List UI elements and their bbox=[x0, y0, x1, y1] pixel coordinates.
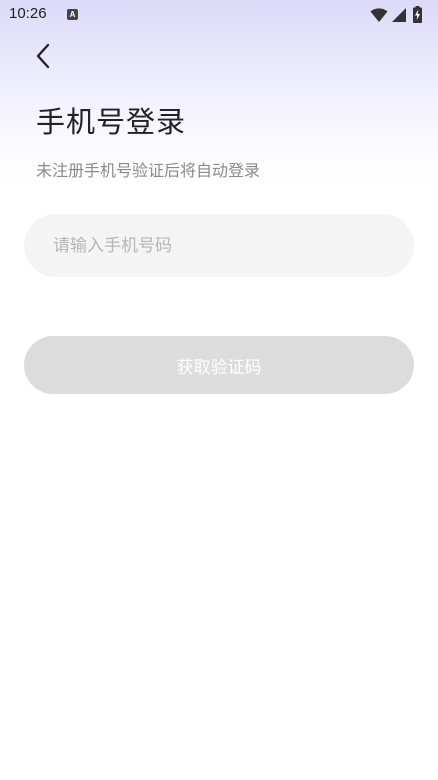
get-verification-code-button[interactable]: 获取验证码 bbox=[24, 336, 414, 394]
battery-charging-icon bbox=[413, 6, 422, 23]
phone-number-input[interactable] bbox=[24, 214, 414, 277]
wifi-icon bbox=[370, 8, 388, 22]
page-subtitle: 未注册手机号验证后将自动登录 bbox=[36, 161, 261, 180]
back-button[interactable] bbox=[28, 40, 58, 72]
phone-field[interactable] bbox=[24, 214, 414, 277]
status-bar: 10:26 A bbox=[0, 0, 438, 30]
status-time: 10:26 bbox=[9, 5, 47, 22]
page-title: 手机号登录 bbox=[36, 105, 187, 139]
notification-app-icon: A bbox=[67, 9, 78, 20]
status-icons bbox=[370, 6, 430, 24]
chevron-left-icon bbox=[36, 43, 50, 69]
signal-icon bbox=[392, 8, 406, 22]
